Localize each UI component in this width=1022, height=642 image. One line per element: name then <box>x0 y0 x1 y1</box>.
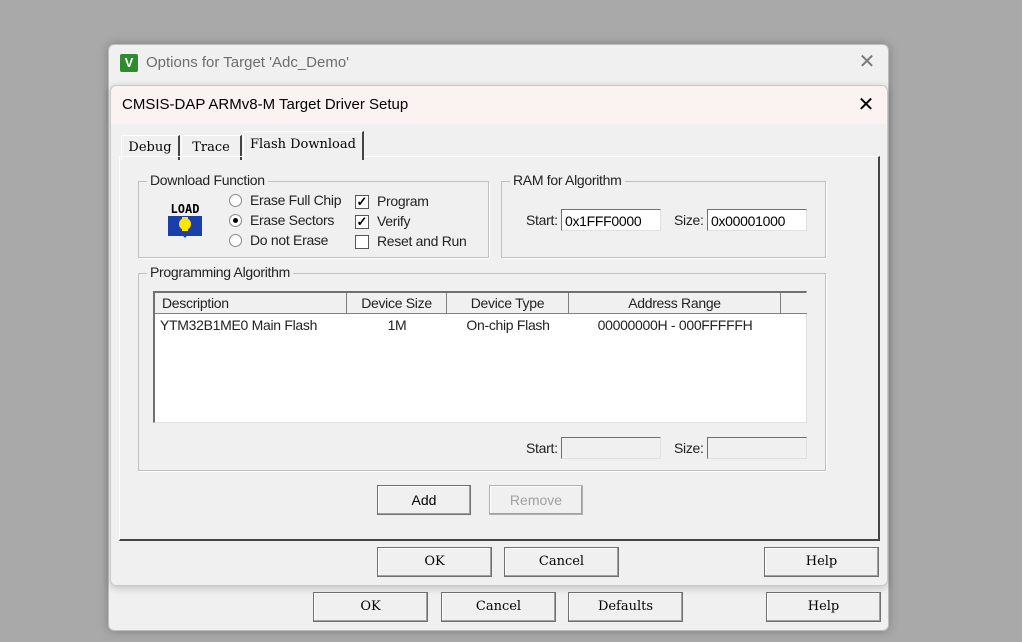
column-header-device-size[interactable]: Device Size <box>347 293 447 314</box>
ram-start-label: Start: <box>526 212 558 228</box>
algorithm-start-field <box>561 437 661 459</box>
tab-flash-download[interactable]: Flash Download <box>243 131 364 160</box>
program-checkbox[interactable]: ✓ <box>355 195 369 209</box>
program-label: Program <box>377 193 429 209</box>
column-header-device-type[interactable]: Device Type <box>447 293 569 314</box>
column-header-address-range[interactable]: Address Range <box>569 293 781 314</box>
erase-full-chip-label: Erase Full Chip <box>250 192 342 208</box>
ram-start-field[interactable]: 0x1FFF0000 <box>561 209 661 231</box>
load-icon-text: LOAD <box>171 202 200 216</box>
ram-size-label: Size: <box>674 212 704 228</box>
dialog-title: CMSIS-DAP ARMv8-M Target Driver Setup <box>122 96 409 113</box>
reset-and-run-label: Reset and Run <box>377 233 467 249</box>
algorithm-start-label: Start: <box>526 440 558 456</box>
algorithm-size-field <box>707 437 807 459</box>
outer-titlebar: V Options for Target 'Adc_Demo' ✕ <box>109 45 888 83</box>
column-header-description[interactable]: Description <box>155 293 347 314</box>
programming-algorithm-label: Programming Algorithm <box>147 264 293 280</box>
outer-defaults-button[interactable]: Defaults <box>568 592 683 622</box>
close-icon[interactable]: ✕ <box>856 51 878 73</box>
outer-help-button[interactable]: Help <box>766 592 881 622</box>
reset-and-run-checkbox[interactable] <box>355 235 369 249</box>
row-description: YTM32B1ME0 Main Flash <box>160 317 318 333</box>
outer-window-title: Options for Target 'Adc_Demo' <box>146 54 350 71</box>
algorithm-size-label: Size: <box>674 440 704 456</box>
row-address-range: 00000000H - 000FFFFFH <box>597 317 753 333</box>
verify-checkbox[interactable]: ✓ <box>355 215 369 229</box>
dialog-titlebar: CMSIS-DAP ARMv8-M Target Driver Setup ✕ <box>111 86 887 124</box>
ram-size-field[interactable]: 0x00001000 <box>707 209 807 231</box>
verify-label: Verify <box>377 213 411 229</box>
erase-sectors-radio[interactable] <box>229 214 242 227</box>
remove-button[interactable]: Remove <box>489 485 583 515</box>
row-device-type: On-chip Flash <box>466 317 550 333</box>
ram-for-algorithm-label: RAM for Algorithm <box>510 172 625 188</box>
erase-full-chip-radio[interactable] <box>229 194 242 207</box>
column-header-filler <box>781 293 807 314</box>
dialog-help-button[interactable]: Help <box>764 547 879 577</box>
algorithm-table[interactable]: Description Device Size Device Type Addr… <box>153 291 807 423</box>
do-not-erase-label: Do not Erase <box>250 232 329 248</box>
keil-app-icon: V <box>120 54 138 72</box>
do-not-erase-radio[interactable] <box>229 234 242 247</box>
add-button[interactable]: Add <box>377 485 471 515</box>
close-icon[interactable]: ✕ <box>855 94 877 116</box>
dialog-cancel-button[interactable]: Cancel <box>504 547 619 577</box>
outer-ok-button[interactable]: OK <box>313 592 428 622</box>
load-icon: LOAD <box>168 202 202 238</box>
dialog-ok-button[interactable]: OK <box>377 547 492 577</box>
download-function-label: Download Function <box>147 172 268 188</box>
erase-sectors-label: Erase Sectors <box>250 212 335 228</box>
row-device-size: 1M <box>387 317 407 333</box>
outer-cancel-button[interactable]: Cancel <box>441 592 556 622</box>
